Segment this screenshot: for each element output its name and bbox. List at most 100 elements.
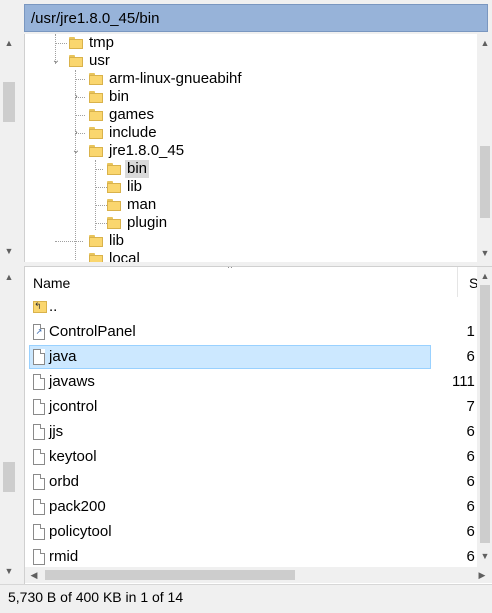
tree-item-label: tmp — [89, 34, 115, 51]
list-left-scrollbar[interactable]: ▲ ▼ — [0, 266, 18, 584]
scroll-up-icon[interactable]: ▲ — [2, 38, 16, 48]
folder-tree[interactable]: tmp ⌄ usr arm-linux-gnueabihf › bin game… — [24, 34, 492, 262]
folder-icon — [89, 144, 103, 158]
current-path: /usr/jre1.8.0_45/bin — [31, 10, 160, 27]
folder-icon — [107, 180, 121, 194]
tree-item-jre[interactable]: jre1.8.0_45 — [89, 142, 186, 160]
list-item[interactable]: jjs 6 K — [25, 420, 492, 445]
tree-item-tmp[interactable]: tmp — [69, 34, 116, 52]
tree-left-scrollbar[interactable]: ▲ ▼ — [0, 34, 18, 262]
tree-item-jre-man[interactable]: man — [107, 196, 158, 214]
folder-icon — [89, 252, 103, 262]
tree-item-usr[interactable]: usr — [69, 52, 112, 70]
chevron-down-icon[interactable]: ⌄ — [71, 146, 81, 156]
shortcut-icon: ↗ — [33, 324, 45, 340]
list-item[interactable]: ↰ .. — [25, 295, 492, 320]
file-name: pack200 — [49, 498, 106, 515]
list-item[interactable]: javaws 111 K — [25, 370, 492, 395]
file-icon — [33, 424, 45, 440]
path-bar[interactable]: /usr/jre1.8.0_45/bin — [24, 4, 488, 32]
tree-item-arm-linux-gnueabihf[interactable]: arm-linux-gnueabihf — [89, 70, 244, 88]
tree-item-games[interactable]: games — [89, 106, 156, 124]
scrollbar-thumb[interactable] — [3, 82, 15, 122]
tree-item-label: lib — [109, 232, 125, 249]
tree-item-label: bin — [109, 88, 130, 105]
folder-icon — [107, 216, 121, 230]
scrollbar-thumb[interactable] — [480, 146, 490, 218]
tree-item-bin[interactable]: bin — [89, 88, 131, 106]
chevron-right-icon[interactable]: › — [71, 92, 81, 102]
tree-item-jre-plugin[interactable]: plugin — [107, 214, 169, 232]
tree-item-local[interactable]: local — [89, 250, 142, 262]
list-item[interactable]: policytool 6 K — [25, 520, 492, 545]
file-icon — [33, 374, 45, 390]
scroll-up-icon[interactable]: ▲ — [478, 271, 492, 281]
tree-item-label: include — [109, 124, 157, 141]
list-item[interactable]: orbd 6 K — [25, 470, 492, 495]
list-item-selected[interactable]: java 6 K — [25, 345, 492, 370]
file-name: ControlPanel — [49, 323, 136, 340]
scroll-down-icon[interactable]: ▼ — [2, 246, 16, 256]
scroll-up-icon[interactable]: ▲ — [2, 272, 16, 282]
tree-item-label: local — [109, 250, 140, 262]
file-icon — [33, 474, 45, 490]
tree-item-jre-lib[interactable]: lib — [107, 178, 144, 196]
list-item[interactable]: pack200 6 K — [25, 495, 492, 520]
tree-item-lib[interactable]: lib — [89, 232, 126, 250]
tree-item-label: usr — [89, 52, 110, 69]
folder-icon — [69, 36, 83, 50]
file-name: java — [49, 348, 77, 365]
file-icon — [33, 349, 45, 365]
list-horizontal-scrollbar[interactable]: ◀ ▶ — [25, 567, 492, 583]
folder-open-icon — [107, 162, 121, 176]
folder-icon — [89, 126, 103, 140]
scroll-left-icon[interactable]: ◀ — [27, 570, 41, 581]
tree-item-include[interactable]: include — [89, 124, 159, 142]
list-item[interactable]: ↗ ControlPanel 1 K — [25, 320, 492, 345]
scrollbar-thumb[interactable] — [3, 462, 15, 492]
folder-icon — [69, 54, 83, 68]
status-text: 5,730 B of 400 KB in 1 of 14 — [8, 589, 184, 605]
file-name: jjs — [49, 423, 64, 440]
tree-item-label: bin — [125, 160, 150, 178]
scroll-down-icon[interactable]: ▼ — [478, 248, 492, 258]
tree-item-label: man — [127, 196, 157, 213]
file-icon — [33, 524, 45, 540]
file-name: .. — [49, 298, 58, 315]
folder-icon — [89, 72, 103, 86]
tree-item-label: jre1.8.0_45 — [109, 142, 185, 159]
file-name: orbd — [49, 473, 80, 490]
file-name: rmid — [49, 548, 79, 565]
folder-icon — [89, 234, 103, 248]
file-name: keytool — [49, 448, 97, 465]
file-list[interactable]: ^ Name Si ↰ .. ↗ ControlPanel 1 K java 6… — [24, 266, 492, 585]
file-icon — [33, 499, 45, 515]
chevron-right-icon[interactable]: › — [71, 128, 81, 138]
folder-icon — [107, 198, 121, 212]
list-item[interactable]: keytool 6 K — [25, 445, 492, 470]
file-name: jcontrol — [49, 398, 98, 415]
file-name: javaws — [49, 373, 95, 390]
list-scrollbar[interactable]: ▲ ▼ — [477, 267, 492, 567]
parent-folder-icon: ↰ — [33, 301, 47, 313]
file-name: policytool — [49, 523, 112, 540]
folder-icon — [89, 90, 103, 104]
file-icon — [33, 449, 45, 465]
status-bar: 5,730 B of 400 KB in 1 of 14 — [0, 584, 492, 613]
tree-scrollbar[interactable]: ▲ ▼ — [477, 34, 492, 262]
scrollbar-thumb[interactable] — [45, 570, 295, 580]
chevron-down-icon[interactable]: ⌄ — [51, 56, 61, 66]
scroll-right-icon[interactable]: ▶ — [475, 570, 489, 581]
tree-item-label: arm-linux-gnueabihf — [109, 70, 242, 87]
scroll-down-icon[interactable]: ▼ — [478, 551, 492, 561]
column-header-name[interactable]: Name — [33, 275, 70, 291]
scroll-up-icon[interactable]: ▲ — [478, 38, 492, 48]
file-icon — [33, 549, 45, 565]
tree-item-label: games — [109, 106, 155, 123]
tree-item-jre-bin[interactable]: bin — [107, 160, 150, 178]
scroll-down-icon[interactable]: ▼ — [2, 566, 16, 576]
list-item[interactable]: jcontrol 7 K — [25, 395, 492, 420]
tree-item-label: plugin — [127, 214, 168, 231]
scrollbar-thumb[interactable] — [480, 285, 490, 543]
tree-item-label: lib — [127, 178, 143, 195]
